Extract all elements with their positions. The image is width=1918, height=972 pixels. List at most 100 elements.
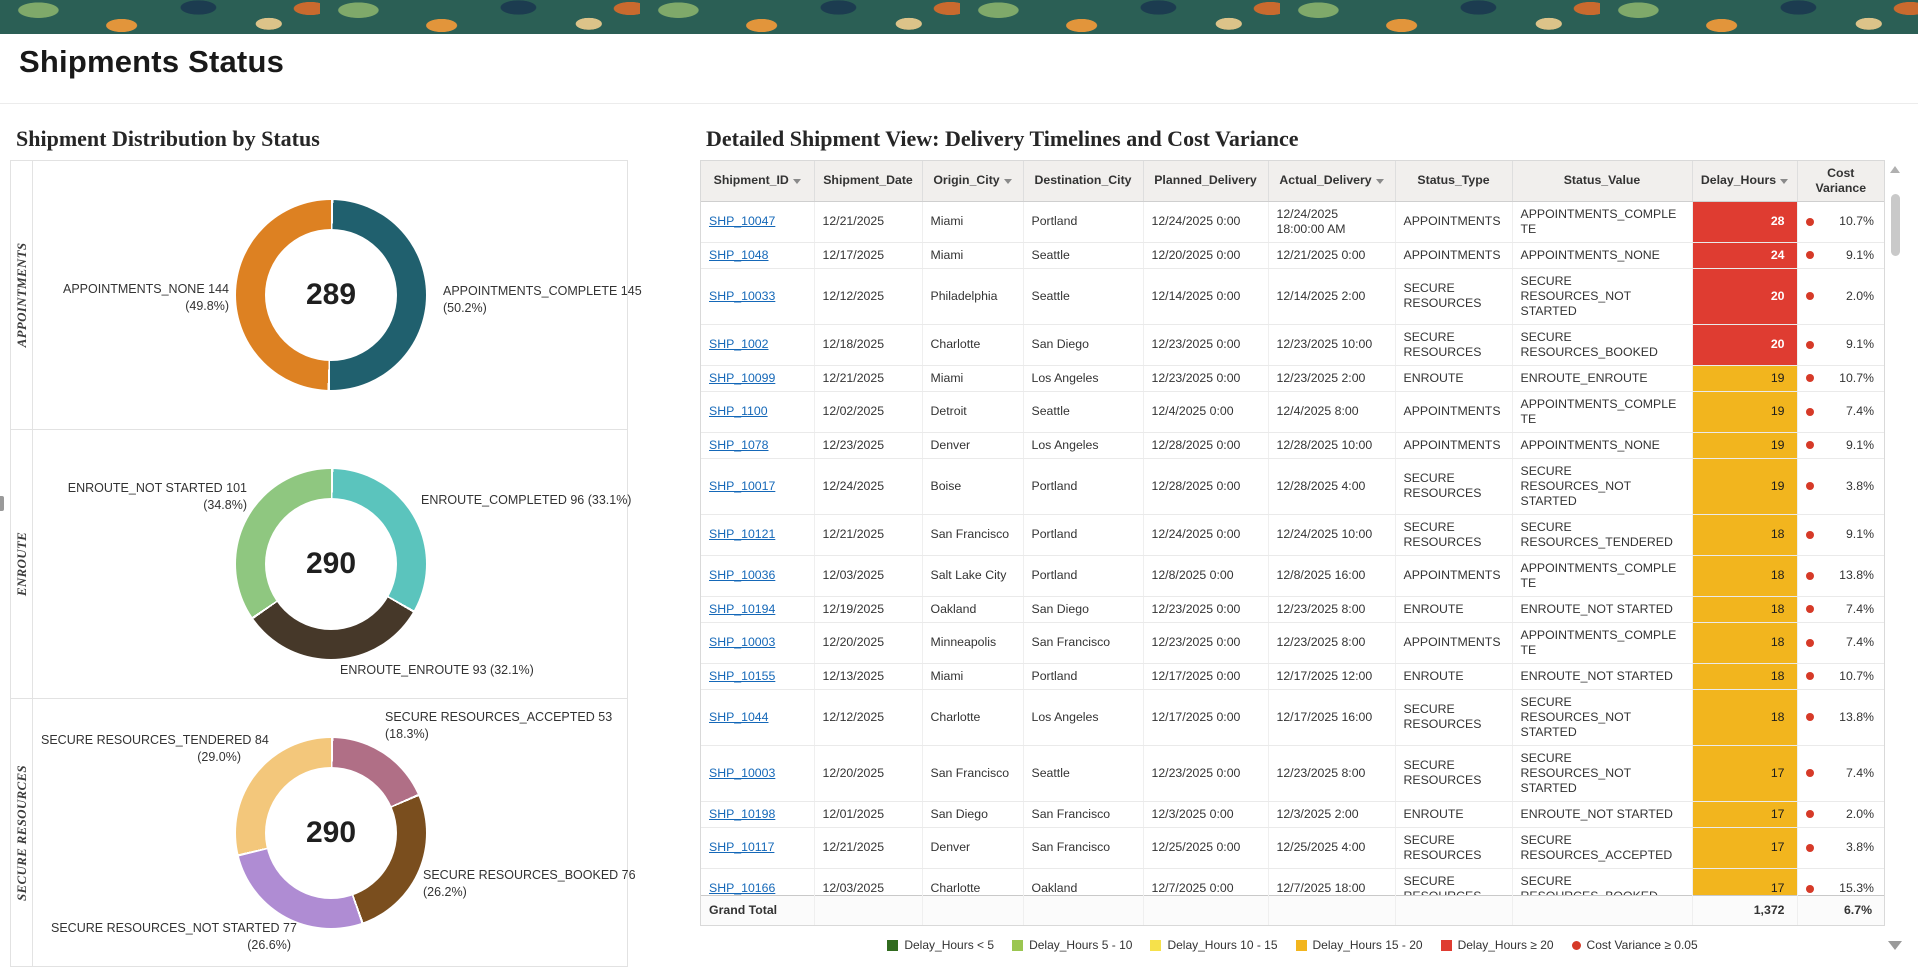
shipment-link[interactable]: SHP_10117 — [709, 840, 774, 854]
table-cell: SECURE RESOURCES — [1395, 268, 1513, 325]
table-cell: Seattle — [1023, 391, 1144, 433]
table-cell: 12/01/2025 — [814, 801, 923, 828]
donut-chart-secure-resources[interactable]: 290 — [236, 738, 426, 928]
donut-chart-enroute[interactable]: 290 — [236, 469, 426, 659]
column-header-label: Status_Type — [1417, 173, 1490, 188]
scrollbar-thumb[interactable] — [1891, 194, 1900, 256]
slice-label-line: ENROUTE_ENROUTE 93 (32.1%) — [340, 663, 534, 677]
table-cell: 12/23/2025 8:00 — [1268, 596, 1396, 623]
shipment-link[interactable]: SHP_10099 — [709, 371, 775, 385]
column-header-delay-hours[interactable]: Delay_Hours — [1692, 161, 1798, 202]
delay-hours-cell: 20 — [1692, 268, 1798, 325]
delay-hours-cell: 18 — [1692, 555, 1798, 597]
cost-variance-value: 7.4% — [1845, 765, 1874, 780]
shipment-link[interactable]: SHP_1048 — [709, 248, 768, 262]
shipment-link[interactable]: SHP_10003 — [709, 635, 775, 649]
scroll-down-icon[interactable] — [1888, 941, 1902, 950]
cost-variance-cell: 9.1% — [1797, 242, 1884, 269]
table-cell: SECURE RESOURCES_NOT STARTED — [1512, 745, 1693, 802]
shipment-link[interactable]: SHP_10036 — [709, 568, 775, 582]
shipment-id-cell: SHP_10194 — [701, 596, 815, 623]
delay-hours-cell: 20 — [1692, 324, 1798, 366]
cost-variance-cell: 3.8% — [1797, 458, 1884, 515]
cost-variance-value: 9.1% — [1845, 337, 1874, 351]
table-cell: ENROUTE — [1395, 801, 1513, 828]
column-header-planned-delivery[interactable]: Planned_Delivery — [1143, 161, 1269, 202]
shipment-link[interactable]: SHP_10155 — [709, 669, 775, 683]
sort-caret-icon[interactable] — [792, 178, 801, 184]
table-cell: ENROUTE_NOT STARTED — [1512, 801, 1693, 828]
detail-panel-title: Detailed Shipment View: Delivery Timelin… — [706, 126, 1299, 151]
table-cell: APPOINTMENTS — [1395, 622, 1513, 664]
column-header-origin-city[interactable]: Origin_City — [922, 161, 1024, 202]
variance-alert-icon — [1805, 605, 1814, 613]
table-scrollbar[interactable] — [1887, 160, 1904, 952]
column-header-destination-city[interactable]: Destination_City — [1023, 161, 1144, 202]
shipment-link[interactable]: SHP_1002 — [709, 337, 768, 351]
sort-caret-icon[interactable] — [1003, 178, 1012, 184]
variance-alert-icon — [1805, 217, 1814, 226]
table-cell: SECURE RESOURCES_BOOKED — [1512, 868, 1693, 895]
table-cell: SECURE RESOURCES — [1395, 324, 1513, 366]
table-cell: APPOINTMENTS — [1395, 555, 1513, 597]
decorative-banner — [0, 0, 1918, 34]
table-cell: 12/8/2025 0:00 — [1143, 555, 1269, 597]
table-cell: ENROUTE_NOT STARTED — [1512, 663, 1693, 690]
shipment-link[interactable]: SHP_10121 — [709, 527, 775, 541]
distribution-panel-title: Shipment Distribution by Status — [16, 126, 320, 151]
table-cell: San Diego — [1023, 596, 1144, 623]
table-cell: ENROUTE_ENROUTE — [1512, 365, 1693, 392]
slice-label-line: (26.2%) — [423, 885, 467, 899]
shipment-link[interactable]: SHP_10047 — [709, 214, 775, 228]
variance-alert-icon — [1805, 571, 1814, 580]
donut-chart-appointments[interactable]: 289 — [236, 200, 426, 390]
column-header-label: Planned_Delivery — [1154, 173, 1257, 188]
column-header-shipment-date[interactable]: Shipment_Date — [814, 161, 923, 202]
scroll-up-icon[interactable] — [1890, 166, 1900, 173]
table-cell: SECURE RESOURCES — [1395, 868, 1513, 895]
legend-label: Delay_Hours < 5 — [904, 938, 995, 952]
table-cell: SECURE RESOURCES_ACCEPTED — [1512, 827, 1693, 869]
column-header-shipment-id[interactable]: Shipment_ID — [701, 161, 815, 202]
grand-total-delay-hours: 1,372 — [1692, 894, 1798, 925]
shipment-link[interactable]: SHP_1100 — [709, 404, 768, 418]
table-cell: 12/13/2025 — [814, 663, 923, 690]
shipment-link[interactable]: SHP_10003 — [709, 766, 775, 780]
cost-variance-value: 9.1% — [1845, 527, 1874, 541]
table-cell: 12/28/2025 10:00 — [1268, 432, 1396, 459]
legend-item: Delay_Hours < 5 — [887, 938, 994, 952]
column-header-status-value[interactable]: Status_Value — [1512, 161, 1693, 202]
donut-center-total: 290 — [305, 816, 357, 849]
shipment-link[interactable]: SHP_10017 — [709, 479, 775, 493]
column-header-status-type[interactable]: Status_Type — [1395, 161, 1513, 202]
column-header-cost-variance[interactable]: Cost Variance — [1797, 161, 1884, 202]
panel-splitter-handle[interactable] — [0, 496, 4, 511]
table-cell: APPOINTMENTS — [1395, 242, 1513, 269]
shipment-link[interactable]: SHP_10194 — [709, 602, 775, 616]
table-cell: 12/17/2025 0:00 — [1143, 689, 1269, 746]
table-cell: 12/28/2025 4:00 — [1268, 458, 1396, 515]
sort-caret-icon[interactable] — [1780, 178, 1789, 184]
cost-variance-cell: 15.3% — [1797, 868, 1884, 895]
shipment-link[interactable]: SHP_10166 — [709, 881, 775, 895]
delay-hours-cell: 19 — [1692, 458, 1798, 515]
table-cell: Seattle — [1023, 242, 1144, 269]
legend-swatch-icon — [887, 939, 899, 951]
shipment-link[interactable]: SHP_10198 — [709, 807, 775, 821]
column-header-actual-delivery[interactable]: Actual_Delivery — [1268, 161, 1396, 202]
shipment-id-cell: SHP_10003 — [701, 745, 815, 802]
delay-hours-cell: 17 — [1692, 745, 1798, 802]
table-cell: ENROUTE_NOT STARTED — [1512, 596, 1693, 623]
legend-item: Delay_Hours 15 - 20 — [1295, 938, 1423, 952]
shipment-link[interactable]: SHP_1078 — [709, 438, 768, 452]
table-cell: San Francisco — [1023, 801, 1144, 828]
shipment-link[interactable]: SHP_1044 — [709, 710, 768, 724]
delay-hours-cell: 17 — [1692, 801, 1798, 828]
variance-alert-icon — [1805, 482, 1814, 490]
sort-caret-icon[interactable] — [1375, 178, 1384, 184]
shipment-id-cell: SHP_1048 — [701, 242, 815, 269]
table-cell: APPOINTMENTS_NONE — [1512, 242, 1693, 269]
table-cell: Los Angeles — [1023, 689, 1144, 746]
shipment-link[interactable]: SHP_10033 — [709, 289, 775, 303]
table-cell: 12/17/2025 16:00 — [1268, 689, 1396, 746]
